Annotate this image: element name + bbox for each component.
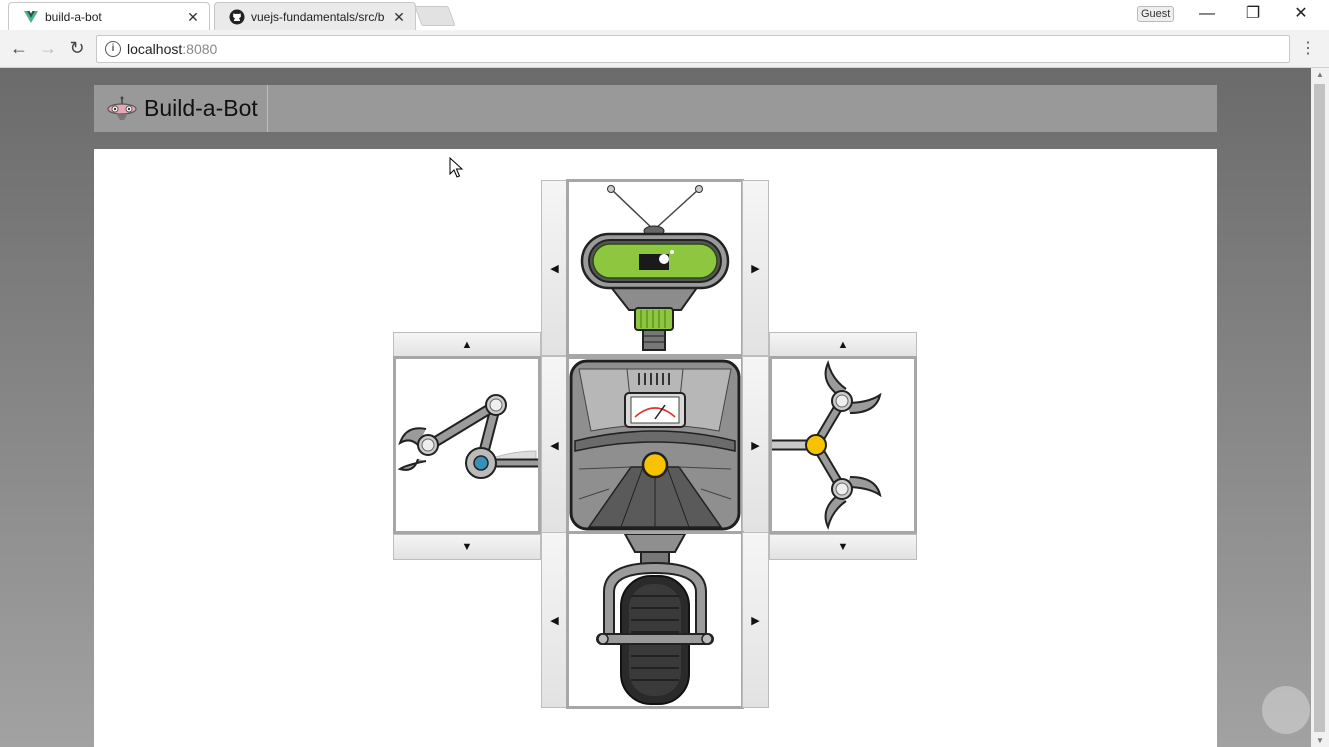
address-port: :8080	[182, 41, 218, 57]
reload-icon[interactable]: ↻	[65, 36, 89, 60]
robot-torso-image	[569, 359, 741, 531]
scroll-up-icon[interactable]: ▲	[1315, 70, 1325, 79]
robot-right-arm-image	[772, 359, 882, 531]
play-overlay-icon	[1262, 686, 1310, 734]
tab-github[interactable]: vuejs-fundamentals/src/b ✕	[214, 2, 416, 31]
torso-part	[566, 356, 744, 534]
minimize-icon[interactable]: —	[1192, 3, 1222, 25]
mouse-cursor-icon	[449, 157, 464, 178]
github-icon	[229, 9, 245, 25]
forward-arrow-icon[interactable]: →	[36, 36, 60, 60]
head-part	[566, 179, 744, 357]
close-tab-icon[interactable]: ✕	[185, 9, 201, 26]
page-scrollbar[interactable]: ▲ ▼	[1311, 68, 1329, 747]
address-host: localhost	[127, 41, 183, 57]
left-arm-next-button[interactable]: ▼	[393, 534, 541, 560]
scroll-down-icon[interactable]: ▼	[1315, 736, 1325, 745]
base-prev-button[interactable]: ◀	[541, 532, 568, 708]
address-bar[interactable]: i localhost:8080	[96, 35, 1290, 63]
right-arm-part	[769, 356, 917, 534]
page-viewport: Build-a-Bot ◀ ▶ ▲ ▼ ◀ ▶ ▲ ▼ ◀ ▶	[0, 68, 1311, 747]
browser-titlebar: build-a-bot ✕ vuejs-fundamentals/src/b ✕…	[0, 0, 1329, 31]
right-arm-next-button[interactable]: ▼	[769, 534, 917, 560]
app-header: Build-a-Bot	[94, 85, 1217, 132]
head-next-button[interactable]: ▶	[742, 180, 769, 356]
home-link[interactable]: Build-a-Bot	[94, 85, 268, 132]
scrollbar-thumb[interactable]	[1314, 84, 1325, 732]
head-prev-button[interactable]: ◀	[541, 180, 568, 356]
info-icon[interactable]: i	[105, 41, 121, 57]
browser-toolbar: ← → ↻ i localhost:8080 ⋮	[0, 30, 1329, 68]
profile-badge[interactable]: Guest	[1137, 6, 1175, 22]
right-arm-prev-button[interactable]: ▲	[769, 332, 917, 358]
vue-logo-icon	[23, 9, 39, 25]
torso-prev-button[interactable]: ◀	[541, 356, 568, 534]
robot-builder: ◀ ▶ ▲ ▼ ◀ ▶ ▲ ▼ ◀ ▶	[94, 149, 1217, 747]
back-arrow-icon[interactable]: ←	[7, 36, 31, 60]
robot-base-image	[596, 534, 714, 705]
tab-title: vuejs-fundamentals/src/b	[251, 10, 385, 24]
tab-build-a-bot[interactable]: build-a-bot ✕	[8, 2, 210, 31]
close-tab-icon[interactable]: ✕	[391, 9, 407, 26]
restore-icon[interactable]: ❐	[1238, 3, 1268, 25]
robot-logo-icon	[107, 96, 137, 120]
new-tab-button[interactable]	[414, 6, 456, 26]
left-arm-part	[393, 356, 541, 534]
app-brand: Build-a-Bot	[144, 95, 258, 121]
left-arm-prev-button[interactable]: ▲	[393, 332, 541, 358]
base-part	[566, 531, 744, 709]
robot-head-image	[580, 185, 730, 351]
browser-menu-icon[interactable]: ⋮	[1300, 38, 1316, 60]
tab-title: build-a-bot	[45, 10, 102, 24]
close-window-icon[interactable]: ✕	[1286, 3, 1316, 25]
base-next-button[interactable]: ▶	[742, 532, 769, 708]
robot-left-arm-image	[397, 394, 538, 479]
torso-next-button[interactable]: ▶	[742, 356, 769, 534]
